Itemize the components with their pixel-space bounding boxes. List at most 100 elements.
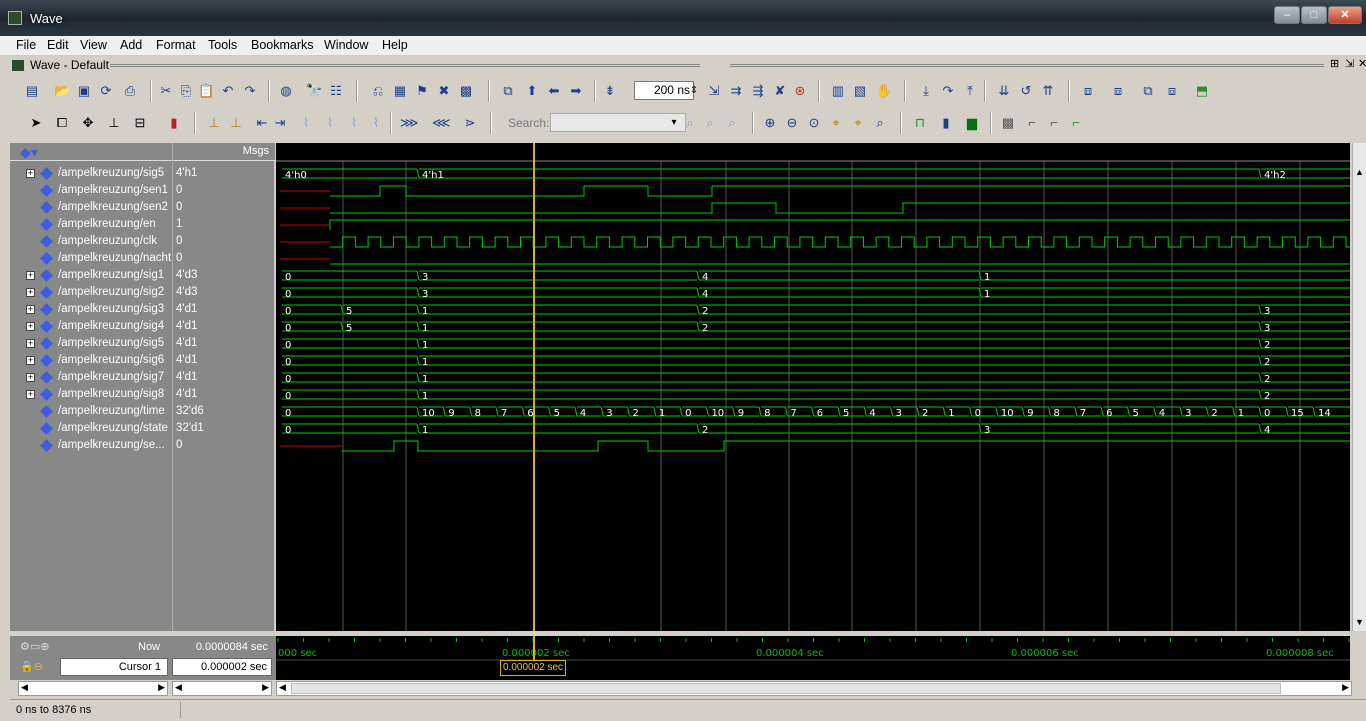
expand-icon[interactable]: + — [26, 339, 35, 348]
menu-add[interactable]: Add — [120, 38, 142, 52]
signal-row[interactable]: + /ampelkreuzung/sig6 — [10, 352, 172, 369]
cursor-tools-icon[interactable]: ⚙▭⊕ — [20, 640, 49, 653]
paste-icon[interactable]: 📋 — [198, 83, 214, 99]
stop-icon[interactable]: ⊛ — [792, 83, 808, 99]
break-icon[interactable]: ✖ — [436, 83, 452, 99]
search-prev-icon[interactable]: ⌕ — [682, 115, 698, 131]
vertical-scrollbar[interactable]: ▲ ▼ — [1352, 143, 1366, 631]
expand-time-icon[interactable]: ⋙ — [400, 115, 419, 131]
select-pointer-icon[interactable]: ➤ — [28, 115, 44, 131]
signal-row[interactable]: /ampelkreuzung/en — [10, 216, 172, 233]
zoom-in-icon[interactable]: ⊕ — [762, 115, 778, 131]
drag-grip[interactable] — [110, 64, 700, 67]
zoom-box-icon[interactable]: ⧠ — [54, 115, 70, 131]
restart-icon[interactable]: ▦ — [392, 83, 408, 99]
expand-icon[interactable]: + — [26, 322, 35, 331]
layout-icon[interactable]: ⧈ — [1080, 83, 1096, 99]
signal-row[interactable]: + /ampelkreuzung/sig4 — [10, 318, 172, 335]
wave-style7-icon[interactable]: ⌐ — [1068, 115, 1084, 131]
signal-row[interactable]: /ampelkreuzung/clk — [10, 233, 172, 250]
scroll-left-icon[interactable]: ◀ — [21, 682, 28, 693]
menu-format[interactable]: Format — [156, 38, 196, 52]
cursor-flag[interactable]: 0.000002 sec — [500, 660, 567, 676]
wave-style1-icon[interactable]: ⊓ — [912, 115, 928, 131]
drag-grip[interactable] — [730, 64, 1324, 67]
next-edge-icon[interactable]: ⇥ — [272, 115, 288, 131]
run-length-icon[interactable]: ⇟ — [602, 83, 618, 99]
edit-wave-icon[interactable]: ⊥ — [106, 115, 122, 131]
names-hscrollbar[interactable]: ◀ ▶ — [18, 681, 168, 696]
cursor-name-box[interactable]: Cursor 1 — [60, 658, 168, 676]
open-icon[interactable]: 📂 — [54, 83, 70, 99]
expand-icon[interactable]: + — [26, 288, 35, 297]
wave-style2-icon[interactable]: ▮ — [938, 115, 954, 131]
wave-style3-icon[interactable]: ▆ — [964, 115, 980, 131]
signal-row[interactable]: /ampelkreuzung/sen2 — [10, 199, 172, 216]
scroll-down-icon[interactable]: ▼ — [1355, 617, 1364, 627]
signal-row[interactable]: + /ampelkreuzung/sig3 — [10, 301, 172, 318]
break-run-icon[interactable]: ✘ — [772, 83, 788, 99]
scroll-right-icon[interactable]: ▶ — [1342, 682, 1349, 693]
format-icon[interactable]: ☷ — [328, 83, 344, 99]
menu-help[interactable]: Help — [382, 38, 408, 52]
wave-style5-icon[interactable]: ⌐ — [1024, 115, 1040, 131]
run-time-field[interactable]: 200 ns — [634, 81, 694, 100]
maximize-button[interactable]: □ — [1301, 6, 1327, 24]
wave-restart-icon[interactable]: ⧉ — [500, 83, 516, 99]
signal-row[interactable]: /ampelkreuzung/sen1 — [10, 182, 172, 199]
run-all-icon[interactable]: ⇶ — [750, 83, 766, 99]
reload-icon[interactable]: ⟳ — [98, 83, 114, 99]
layout5-icon[interactable]: ⬒ — [1194, 83, 1210, 99]
redo-icon[interactable]: ↷ — [242, 83, 258, 99]
right-arrow-icon[interactable]: ➡ — [568, 83, 584, 99]
dock-icon[interactable]: ⇲ — [1345, 57, 1354, 70]
menu-window[interactable]: Window — [324, 38, 368, 52]
scroll-up-icon[interactable]: ▲ — [1355, 167, 1364, 177]
menu-view[interactable]: View — [80, 38, 107, 52]
find-icon[interactable]: 🔭 — [306, 83, 322, 99]
step-over-arrow-icon[interactable]: ↷ — [940, 83, 956, 99]
compile-icon[interactable]: ▩ — [458, 83, 474, 99]
menu-tools[interactable]: Tools — [208, 38, 237, 52]
close-subwindow-icon[interactable]: ✕ — [1358, 57, 1366, 70]
zoom-cursors-icon[interactable]: ⌖ — [850, 115, 866, 131]
zoom-full-icon[interactable]: ⊙ — [806, 115, 822, 131]
minimize-button[interactable]: – — [1274, 6, 1300, 24]
new-icon[interactable]: ▤ — [24, 83, 40, 99]
print-icon[interactable]: ⎙ — [122, 83, 138, 99]
cursor-lock-icon[interactable]: 🔒⊖ — [20, 660, 43, 673]
expand-icon[interactable]: + — [26, 169, 35, 178]
pan-icon[interactable]: ✥ — [80, 115, 96, 131]
wave-style4-icon[interactable]: ▩ — [1000, 115, 1016, 131]
layout3-icon[interactable]: ⧉ — [1140, 83, 1156, 99]
step-in-icon[interactable]: ⇊ — [996, 83, 1012, 99]
continue-icon[interactable]: ⇉ — [728, 83, 744, 99]
zoom-cursor-icon[interactable]: ⌖ — [828, 115, 844, 131]
delta-icon[interactable]: ⋗ — [462, 115, 478, 131]
expand-icon[interactable]: + — [26, 305, 35, 314]
waveform-pane[interactable]: 4'h0 4'h1 4'h2 0 3 4 1 0 3 4 1 0 5 1 2 3 0 5 1 2 3 0 1 2 0 1 2 0 1 2 0… — [276, 143, 1366, 631]
breakpoint-icon[interactable]: ◍ — [278, 83, 294, 99]
signal-row[interactable]: + /ampelkreuzung/sig1 — [10, 267, 172, 284]
signal-row[interactable]: + /ampelkreuzung/sig5 — [10, 165, 172, 182]
layout2-icon[interactable]: ⧈ — [1110, 83, 1126, 99]
step-icon[interactable]: ⎌ — [370, 83, 386, 99]
signal-row[interactable]: + /ampelkreuzung/sig5 — [10, 335, 172, 352]
scroll-thumb[interactable] — [291, 683, 1281, 694]
bus-icon[interactable]: ⊟ — [132, 115, 148, 131]
signal-row[interactable]: /ampelkreuzung/state — [10, 420, 172, 437]
wave-hscrollbar[interactable]: ◀ ▶ — [276, 681, 1352, 696]
step-down-icon[interactable]: ⤓ — [918, 83, 934, 99]
step-up-icon[interactable]: ⇈ — [1040, 83, 1056, 99]
collapse-time-icon[interactable]: ⋘ — [432, 115, 451, 131]
left-arrow-icon[interactable]: ⬅ — [546, 83, 562, 99]
menu-file[interactable]: File — [16, 38, 36, 52]
signal-row[interactable]: /ampelkreuzung/nacht — [10, 250, 172, 267]
expand-icon[interactable]: + — [26, 271, 35, 280]
save-icon[interactable]: ▣ — [76, 83, 92, 99]
step-back-icon[interactable]: ↺ — [1018, 83, 1034, 99]
signal-row[interactable]: + /ampelkreuzung/sig2 — [10, 284, 172, 301]
prev-edge-icon[interactable]: ⇤ — [254, 115, 270, 131]
zoom-range-icon[interactable]: ⌕ — [872, 115, 888, 131]
spinner-icon[interactable]: ⇕ — [686, 83, 702, 99]
